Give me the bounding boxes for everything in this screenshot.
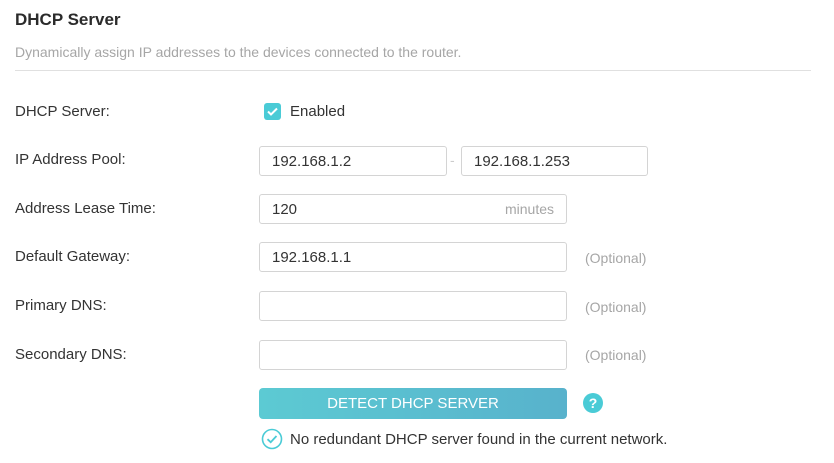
secondary-dns-input[interactable] — [259, 340, 567, 370]
ip-pool-separator: - — [450, 152, 455, 168]
primary-dns-input[interactable] — [259, 291, 567, 321]
dhcp-enabled-toggle[interactable]: Enabled — [264, 103, 345, 120]
section-title: DHCP Server — [15, 10, 121, 29]
ip-pool-start-value: 192.168.1.2 — [272, 152, 352, 170]
ip-pool-end-input[interactable]: 192.168.1.253 — [461, 146, 648, 176]
gateway-optional-hint: (Optional) — [585, 250, 647, 266]
gateway-value: 192.168.1.1 — [272, 248, 352, 266]
check-circle-icon — [261, 428, 283, 450]
ip-pool-start-input[interactable]: 192.168.1.2 — [259, 146, 447, 176]
checkbox-checked-icon[interactable] — [264, 103, 281, 120]
detect-status: No redundant DHCP server found in the cu… — [261, 428, 667, 450]
primary-dns-optional-hint: (Optional) — [585, 299, 647, 315]
divider — [15, 70, 811, 71]
help-icon[interactable]: ? — [583, 393, 603, 413]
section-description: Dynamically assign IP addresses to the d… — [15, 44, 462, 60]
lease-time-value: 120 — [272, 200, 298, 218]
dhcp-server-label: DHCP Server: — [15, 103, 110, 120]
status-message: No redundant DHCP server found in the cu… — [290, 430, 668, 448]
primary-dns-label: Primary DNS: — [15, 297, 107, 314]
secondary-dns-label: Secondary DNS: — [15, 346, 127, 363]
ip-pool-end-value: 192.168.1.253 — [474, 152, 570, 170]
gateway-input[interactable]: 192.168.1.1 — [259, 242, 567, 272]
detect-dhcp-server-button[interactable]: DETECT DHCP SERVER — [259, 388, 567, 419]
ip-pool-label: IP Address Pool: — [15, 151, 126, 168]
gateway-label: Default Gateway: — [15, 248, 131, 265]
lease-time-unit: minutes — [504, 201, 554, 217]
secondary-dns-optional-hint: (Optional) — [585, 347, 647, 363]
lease-time-input[interactable]: 120 minutes — [259, 194, 567, 224]
lease-time-label: Address Lease Time: — [15, 200, 156, 217]
enabled-label: Enabled — [290, 103, 346, 120]
